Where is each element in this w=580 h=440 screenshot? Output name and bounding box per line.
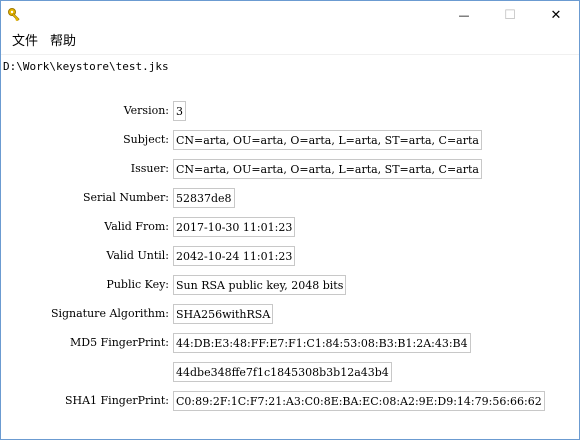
sha1-fingerprint-label: SHA1 FingerPrint:	[64, 394, 169, 407]
issuer-field[interactable]: CN=arta, OU=arta, O=arta, L=arta, ST=art…	[173, 159, 482, 179]
title-bar[interactable]: — ☐ ✕	[1, 1, 579, 29]
issuer-row: Issuer: CN=arta, OU=arta, O=arta, L=arta…	[1, 159, 579, 181]
md5-fingerprint-row: MD5 FingerPrint: 44:DB:E3:48:FF:E7:F1:C1…	[1, 333, 579, 355]
subject-row: Subject: CN=arta, OU=arta, O=arta, L=art…	[1, 130, 579, 152]
version-field[interactable]: 3	[173, 101, 186, 121]
issuer-label: Issuer:	[130, 162, 169, 175]
md5-fingerprint-field[interactable]: 44:DB:E3:48:FF:E7:F1:C1:84:53:08:B3:B1:2…	[173, 333, 471, 353]
signature-algorithm-field[interactable]: SHA256withRSA	[173, 304, 274, 324]
public-key-field[interactable]: Sun RSA public key, 2048 bits	[173, 275, 347, 295]
minimize-button[interactable]: —	[441, 1, 487, 29]
public-key-row: Public Key: Sun RSA public key, 2048 bit…	[1, 275, 579, 297]
close-button[interactable]: ✕	[533, 1, 579, 29]
menu-help[interactable]: 帮助	[50, 33, 76, 51]
serial-number-field[interactable]: 52837de8	[173, 188, 235, 208]
md5-hex-field[interactable]: 44dbe348ffe7f1c1845308b3b12a43b4	[173, 362, 392, 382]
serial-number-row: Serial Number: 52837de8	[1, 188, 579, 210]
valid-from-label: Valid From:	[104, 220, 169, 233]
public-key-label: Public Key:	[106, 278, 169, 291]
maximize-icon: ☐	[504, 7, 516, 23]
md5-fingerprint-label: MD5 FingerPrint:	[69, 336, 169, 349]
menu-file[interactable]: 文件	[12, 33, 38, 51]
serial-number-label: Serial Number:	[82, 191, 169, 204]
signature-algorithm-row: Signature Algorithm: SHA256withRSA	[1, 304, 579, 326]
md5-hex-row: 44dbe348ffe7f1c1845308b3b12a43b4	[1, 362, 579, 384]
subject-label: Subject:	[123, 133, 169, 146]
close-icon: ✕	[550, 7, 562, 23]
version-label: Version:	[123, 104, 169, 117]
signature-algorithm-label: Signature Algorithm:	[50, 307, 169, 320]
sha1-fingerprint-row: SHA1 FingerPrint: C0:89:2F:1C:F7:21:A3:C…	[1, 391, 579, 413]
keystore-path: D:\Work\keystore\test.jks	[3, 60, 169, 73]
certificate-viewer-window: — ☐ ✕ 文件 帮助 D:\Work\keystore\test.jks Ve…	[0, 0, 580, 440]
valid-from-row: Valid From: 2017-10-30 11:01:23	[1, 217, 579, 239]
valid-from-field[interactable]: 2017-10-30 11:01:23	[173, 217, 296, 237]
sha1-fingerprint-field[interactable]: C0:89:2F:1C:F7:21:A3:C0:8E:BA:EC:08:A2:9…	[173, 391, 545, 411]
maximize-button[interactable]: ☐	[487, 1, 533, 29]
version-row: Version: 3	[1, 101, 579, 123]
valid-until-field[interactable]: 2042-10-24 11:01:23	[173, 246, 296, 266]
menu-bar: 文件 帮助	[1, 29, 579, 53]
minimize-icon: —	[458, 8, 470, 22]
certificate-details-panel: D:\Work\keystore\test.jks Version: 3 Sub…	[1, 54, 579, 439]
key-icon	[7, 7, 23, 23]
subject-field[interactable]: CN=arta, OU=arta, O=arta, L=arta, ST=art…	[173, 130, 482, 150]
valid-until-label: Valid Until:	[106, 249, 169, 262]
valid-until-row: Valid Until: 2042-10-24 11:01:23	[1, 246, 579, 268]
